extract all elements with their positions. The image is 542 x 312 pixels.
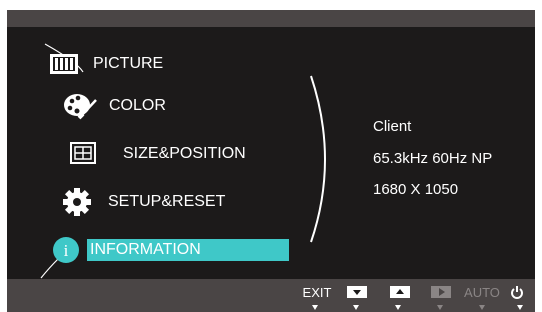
down-arrow-icon bbox=[347, 286, 367, 298]
enter-button[interactable] bbox=[430, 284, 452, 300]
power-icon bbox=[511, 286, 523, 299]
gear-icon bbox=[62, 187, 92, 222]
auto-button[interactable]: AUTO bbox=[464, 284, 500, 300]
auto-label: AUTO bbox=[464, 284, 500, 300]
menu-item-information[interactable]: INFORMATION bbox=[87, 239, 289, 261]
down-button[interactable] bbox=[346, 284, 368, 300]
up-arrow-icon bbox=[390, 286, 410, 298]
svg-text:i: i bbox=[64, 241, 69, 260]
menu-item-label: PICTURE bbox=[93, 55, 164, 72]
palette-icon bbox=[63, 90, 99, 127]
menu-item-label: COLOR bbox=[109, 97, 166, 114]
menu-item-color[interactable]: COLOR bbox=[109, 94, 166, 118]
exit-label: EXIT bbox=[302, 284, 332, 300]
osd-menu: PICTURE COLOR SIZE&POSITION SETUP&RESET … bbox=[7, 10, 535, 312]
button-markers bbox=[312, 305, 523, 310]
power-button[interactable] bbox=[508, 284, 526, 300]
menu-item-size-position[interactable]: SIZE&POSITION bbox=[123, 142, 246, 166]
top-bar bbox=[7, 10, 535, 27]
menu-item-label: INFORMATION bbox=[90, 241, 201, 258]
up-button[interactable] bbox=[389, 284, 411, 300]
menu-item-picture[interactable]: PICTURE bbox=[93, 52, 163, 76]
info-line-3: 1680 X 1050 bbox=[373, 181, 459, 198]
info-line-1: Client bbox=[373, 118, 412, 135]
picture-icon bbox=[49, 53, 79, 80]
menu-item-label: SETUP&RESET bbox=[108, 193, 226, 210]
exit-button[interactable]: EXIT bbox=[302, 284, 332, 300]
size-position-icon bbox=[70, 142, 96, 169]
menu-item-setup-reset[interactable]: SETUP&RESET bbox=[108, 190, 225, 214]
info-icon: i bbox=[52, 236, 80, 269]
info-line-2: 65.3kHz 60Hz NP bbox=[373, 150, 493, 167]
play-arrow-icon bbox=[431, 286, 451, 298]
menu-item-label: SIZE&POSITION bbox=[123, 145, 246, 162]
